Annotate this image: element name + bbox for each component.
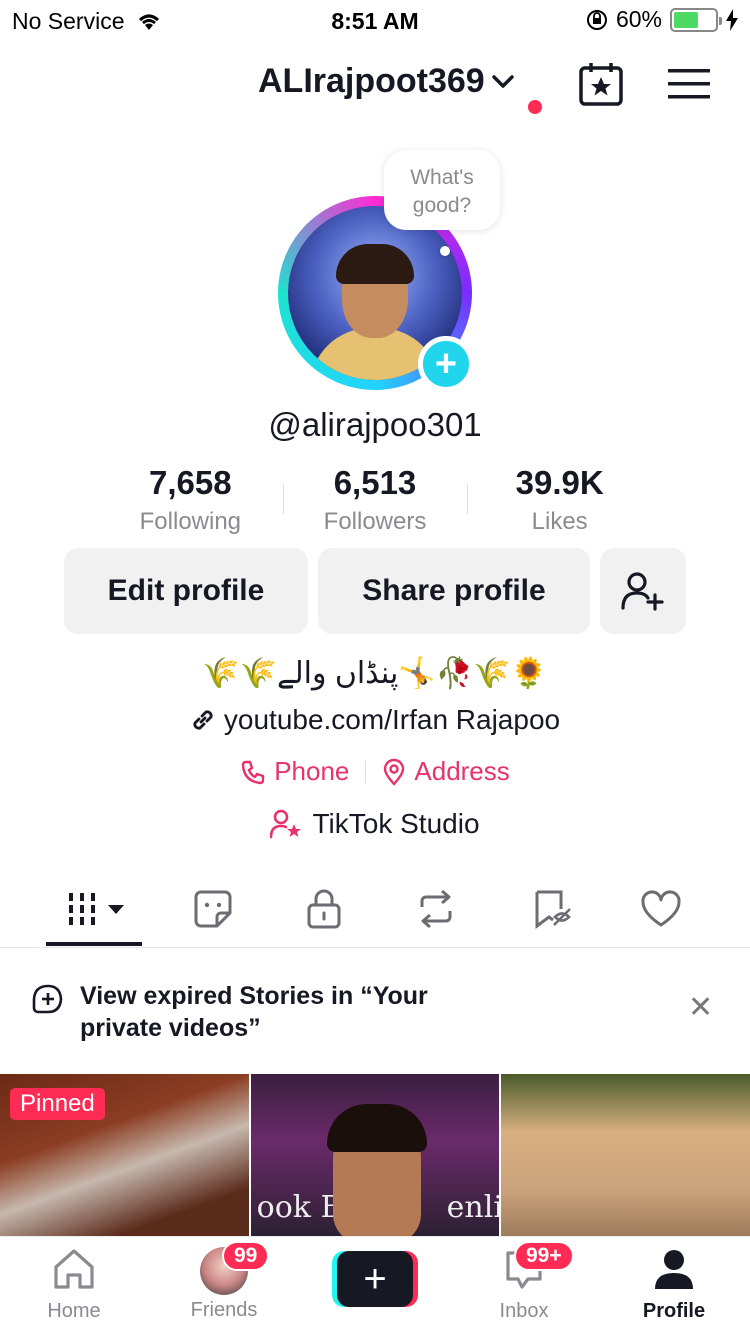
video-thumbnail[interactable]: ook B enlic bbox=[250, 1074, 500, 1240]
address-label: Address bbox=[414, 756, 510, 786]
chevron-down-icon[interactable] bbox=[491, 74, 515, 90]
stat-likes[interactable]: 39.9K Likes bbox=[467, 464, 652, 544]
account-username[interactable]: ALIrajpoot369 bbox=[258, 62, 485, 101]
add-story-button[interactable]: + bbox=[418, 336, 474, 392]
expired-stories-banner[interactable]: View expired Stories in “Your private vi… bbox=[0, 950, 750, 1074]
profile-bio: 🌾🌾پنڈاں والے🤸🥀🌾🌻 bbox=[202, 657, 548, 690]
tab-videos[interactable] bbox=[64, 884, 130, 934]
charging-icon bbox=[726, 8, 738, 31]
nav-label: Home bbox=[47, 1300, 101, 1322]
heart-icon bbox=[641, 890, 681, 927]
content-tabs bbox=[0, 876, 750, 948]
tiktok-studio-link[interactable]: TikTok Studio bbox=[0, 808, 750, 840]
calendar-star-icon[interactable] bbox=[578, 62, 624, 106]
profile-stats: 7,658 Following 6,513 Followers 39.9K Li… bbox=[98, 464, 652, 544]
tab-private[interactable] bbox=[294, 884, 354, 934]
share-profile-button[interactable]: Share profile bbox=[318, 548, 590, 634]
create-button[interactable]: + bbox=[332, 1251, 418, 1307]
bottom-nav: Home Friends 99 + Inbox 99+ Profile bbox=[0, 1236, 750, 1334]
nav-home[interactable]: Home bbox=[14, 1247, 134, 1323]
stat-value: 6,513 bbox=[333, 464, 417, 501]
lock-icon bbox=[307, 889, 341, 929]
nav-label: Profile bbox=[642, 1300, 706, 1322]
stat-label: Following bbox=[139, 508, 242, 535]
menu-icon[interactable] bbox=[668, 68, 710, 100]
stat-value: 7,658 bbox=[149, 464, 232, 501]
battery-percent: 60% bbox=[615, 6, 662, 32]
bio-link[interactable]: youtube.com/Irfan Rajapoo bbox=[0, 704, 750, 736]
edit-profile-button[interactable]: Edit profile bbox=[64, 548, 308, 634]
stat-following[interactable]: 7,658 Following bbox=[98, 464, 283, 544]
stat-followers[interactable]: 6,513 Followers bbox=[282, 464, 468, 544]
tab-stickers[interactable] bbox=[183, 884, 243, 934]
bookmark-hidden-icon bbox=[535, 890, 571, 929]
story-add-icon bbox=[32, 984, 63, 1014]
profile-handle: @alirajpoo301 bbox=[268, 406, 482, 443]
video-thumbnail[interactable] bbox=[501, 1074, 750, 1240]
stat-divider bbox=[467, 484, 469, 514]
banner-message: View expired Stories in “Your private vi… bbox=[80, 982, 428, 1042]
phone-label: Phone bbox=[274, 756, 350, 786]
plus-icon: + bbox=[337, 1251, 413, 1307]
home-icon bbox=[54, 1249, 94, 1289]
notification-dot bbox=[528, 100, 542, 114]
nav-label: Inbox bbox=[499, 1300, 549, 1322]
stat-divider bbox=[282, 484, 284, 514]
status-right: 60% bbox=[586, 6, 738, 33]
add-user-icon bbox=[621, 572, 664, 611]
studio-label: TikTok Studio bbox=[312, 808, 480, 839]
nav-label: Friends bbox=[190, 1299, 258, 1321]
nav-profile[interactable]: Profile bbox=[614, 1247, 734, 1323]
location-pin-icon bbox=[384, 758, 405, 786]
profile-icon bbox=[655, 1250, 693, 1289]
stat-label: Followers bbox=[323, 508, 427, 535]
link-icon bbox=[193, 710, 213, 730]
inbox-badge: 99+ bbox=[514, 1241, 574, 1271]
bubble-tail bbox=[440, 246, 450, 256]
close-icon[interactable]: ✕ bbox=[688, 990, 713, 1025]
studio-user-star-icon bbox=[270, 809, 302, 839]
status-bar: No Service 8:51 AM 60% bbox=[0, 0, 750, 40]
tab-liked[interactable] bbox=[631, 884, 691, 934]
grid-dropdown-icon bbox=[69, 893, 124, 925]
video-grid: Pinned ook B enlic bbox=[0, 1074, 750, 1240]
thumbnail-text: enlic bbox=[446, 1190, 500, 1225]
phone-button[interactable]: Phone bbox=[240, 756, 349, 787]
bio-link-text[interactable]: youtube.com/Irfan Rajapoo bbox=[224, 704, 560, 736]
contact-divider bbox=[365, 760, 367, 783]
account-switcher[interactable]: ALIrajpoot369 bbox=[258, 62, 515, 101]
status-note-bubble[interactable]: What's good? bbox=[384, 150, 500, 230]
tab-reposts[interactable] bbox=[406, 884, 466, 934]
phone-icon bbox=[242, 760, 265, 784]
battery-icon bbox=[670, 7, 722, 32]
add-friend-button[interactable] bbox=[600, 548, 686, 634]
active-tab-indicator bbox=[46, 942, 142, 946]
nav-friends[interactable]: Friends 99 bbox=[164, 1241, 284, 1322]
orientation-lock-icon bbox=[586, 9, 607, 30]
profile-header: ALIrajpoot369 bbox=[0, 50, 750, 120]
address-button[interactable]: Address bbox=[382, 756, 510, 787]
tab-favorites[interactable] bbox=[522, 884, 582, 934]
battery-fill bbox=[674, 11, 698, 28]
repost-icon bbox=[420, 889, 452, 929]
video-thumbnail[interactable]: Pinned bbox=[0, 1074, 249, 1240]
stat-value: 39.9K bbox=[515, 464, 604, 501]
contact-row: Phone Address bbox=[0, 756, 750, 787]
sticker-icon bbox=[194, 890, 232, 928]
thumbnail-text: ook B bbox=[256, 1190, 343, 1225]
pinned-badge: Pinned bbox=[10, 1088, 105, 1120]
stat-label: Likes bbox=[531, 508, 588, 535]
friends-badge: 99 bbox=[222, 1241, 270, 1271]
nav-inbox[interactable]: Inbox 99+ bbox=[464, 1241, 584, 1323]
